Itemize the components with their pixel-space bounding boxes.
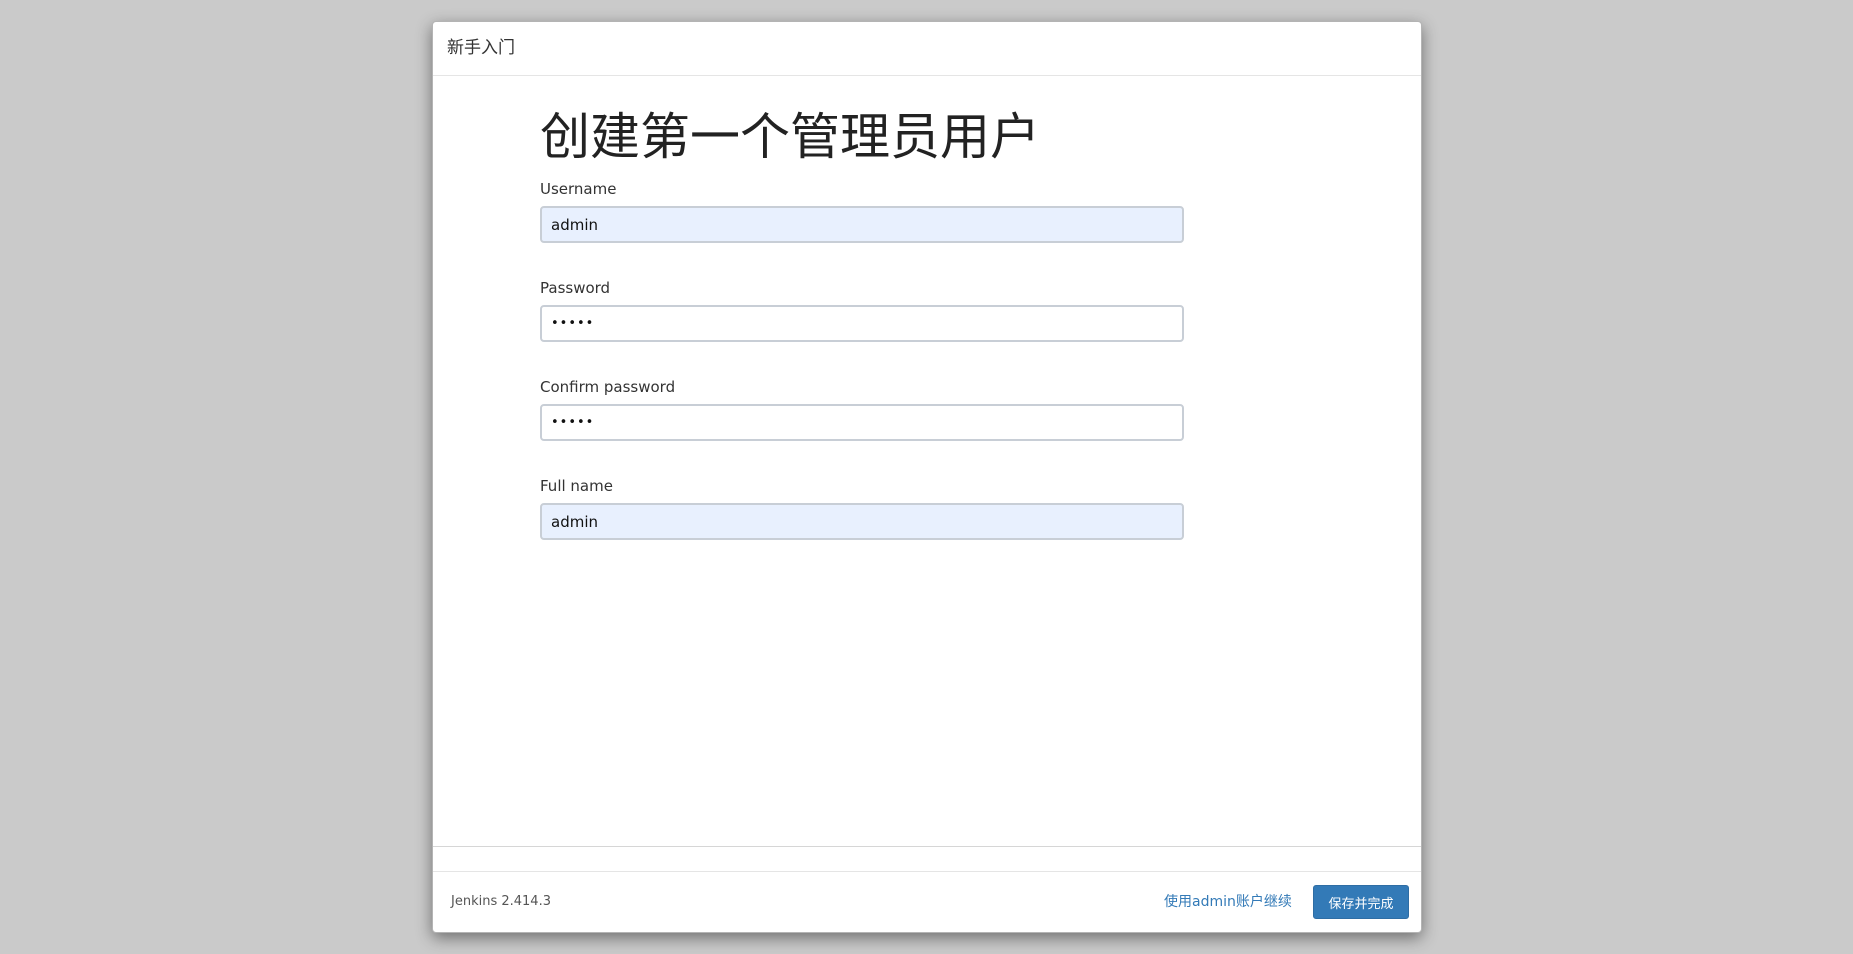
page-title: 创建第一个管理员用户	[540, 108, 1040, 166]
password-input[interactable]	[540, 305, 1184, 342]
version-label: Jenkins 2.414.3	[451, 894, 551, 909]
username-input[interactable]	[540, 206, 1184, 243]
username-label: Username	[540, 180, 617, 198]
confirm-password-input[interactable]	[540, 404, 1184, 441]
footer-divider	[433, 846, 1421, 847]
dialog-header: 新手入门	[433, 22, 1421, 76]
continue-as-admin-link[interactable]: 使用admin账户继续	[1164, 893, 1292, 911]
full-name-label: Full name	[540, 477, 613, 495]
password-label: Password	[540, 279, 611, 297]
setup-wizard-dialog: 新手入门 创建第一个管理员用户 Username Password Confir…	[432, 21, 1422, 933]
dialog-body: 创建第一个管理员用户 Username Password Confirm pas…	[433, 76, 1421, 868]
save-and-finish-button[interactable]: 保存并完成	[1313, 885, 1409, 919]
dialog-title: 新手入门	[447, 38, 515, 58]
confirm-password-label: Confirm password	[540, 378, 676, 396]
dialog-footer: Jenkins 2.414.3 使用admin账户继续 保存并完成	[433, 871, 1421, 932]
full-name-input[interactable]	[540, 503, 1184, 540]
